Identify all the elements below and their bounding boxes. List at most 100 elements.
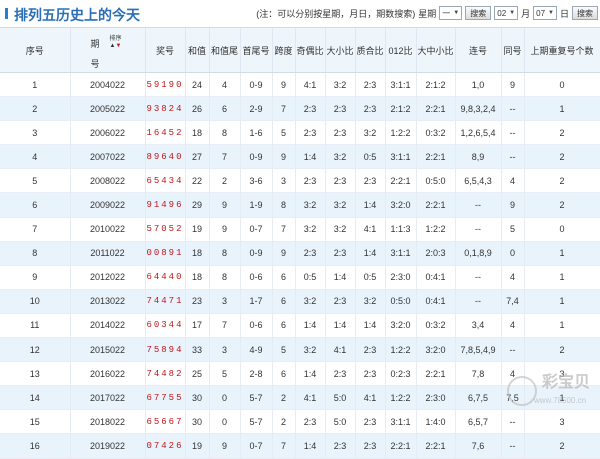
first-tail-cell: 0-9: [240, 145, 272, 169]
sum-cell: 30: [185, 410, 209, 434]
prev-repeat-cell: 2: [524, 169, 600, 193]
same-cell: 0: [501, 241, 524, 265]
prev-repeat-cell: 1: [524, 241, 600, 265]
same-cell: --: [501, 97, 524, 121]
same-cell: --: [501, 434, 524, 458]
date-search-button[interactable]: 搜索: [572, 6, 598, 20]
odd-even-cell: 3:2: [295, 217, 325, 241]
table-row: 12004022591902440-994:13:22:33:1:12:1:21…: [0, 73, 600, 97]
route-012-cell: 3:2:0: [385, 193, 416, 217]
table-row: 122015022758943334-953:24:12:31:2:23:2:0…: [0, 338, 600, 362]
same-cell: --: [501, 338, 524, 362]
odd-even-cell: 2:3: [295, 97, 325, 121]
seq-cell: 4: [0, 145, 70, 169]
weekday-select[interactable]: 一 ▼: [439, 6, 462, 20]
weekday-search-button[interactable]: 搜索: [465, 6, 491, 20]
route-012-cell: 0:5:0: [385, 289, 416, 313]
big-small-cell: 2:3: [325, 289, 355, 313]
header-period[interactable]: 期号 排序 ▲▼: [70, 28, 145, 73]
number-cell: 89640: [145, 145, 185, 169]
same-cell: 7,4: [501, 289, 524, 313]
span-cell: 7: [272, 97, 295, 121]
big-small-cell: 1:4: [325, 265, 355, 289]
seq-cell: 7: [0, 217, 70, 241]
number-cell: 74471: [145, 289, 185, 313]
big-mid-small-cell: 0:3:2: [416, 313, 455, 337]
number-cell: 74482: [145, 362, 185, 386]
header-big-small: 大小比: [325, 28, 355, 73]
sort-toggle[interactable]: 排序 ▲▼: [110, 36, 122, 50]
same-cell: --: [501, 121, 524, 145]
span-cell: 9: [272, 241, 295, 265]
sum-cell: 18: [185, 241, 209, 265]
sum-cell: 26: [185, 97, 209, 121]
repeat-cell: 7,6: [455, 434, 501, 458]
odd-even-cell: 1:4: [295, 145, 325, 169]
prev-repeat-cell: 2: [524, 193, 600, 217]
day-select[interactable]: 07 ▼: [533, 6, 557, 20]
seq-cell: 1: [0, 73, 70, 97]
sum-tail-cell: 8: [209, 265, 240, 289]
seq-cell: 13: [0, 362, 70, 386]
search-controls: (注：可以分别按星期，月日，期数搜索) 星期 一 ▼ 搜索 02 ▼ 月 07 …: [256, 6, 598, 20]
route-012-cell: 3:2:0: [385, 313, 416, 337]
seq-cell: 9: [0, 265, 70, 289]
seq-cell: 15: [0, 410, 70, 434]
span-cell: 6: [272, 289, 295, 313]
route-012-cell: 1:2:2: [385, 338, 416, 362]
first-tail-cell: 1-9: [240, 193, 272, 217]
period-cell: 2013022: [70, 289, 145, 313]
prev-repeat-cell: 2: [524, 145, 600, 169]
seq-cell: 14: [0, 386, 70, 410]
big-mid-small-cell: 1:2:2: [416, 217, 455, 241]
period-cell: 2017022: [70, 386, 145, 410]
odd-even-cell: 2:3: [295, 121, 325, 145]
sum-cell: 25: [185, 362, 209, 386]
prev-repeat-cell: 2: [524, 121, 600, 145]
header-sum: 和值: [185, 28, 209, 73]
table-header-row: 序号 期号 排序 ▲▼ 奖号 和值 和值尾 首尾号 跨度 奇偶比 大小比 质合比…: [0, 28, 600, 73]
big-small-cell: 2:3: [325, 434, 355, 458]
big-mid-small-cell: 1:4:0: [416, 410, 455, 434]
prime-comp-cell: 2:3: [355, 169, 385, 193]
sum-tail-cell: 0: [209, 410, 240, 434]
table-row: 62009022914962991-983:23:21:43:2:02:2:1-…: [0, 193, 600, 217]
seq-cell: 2: [0, 97, 70, 121]
odd-even-cell: 1:4: [295, 313, 325, 337]
header-seq: 序号: [0, 28, 70, 73]
first-tail-cell: 5-7: [240, 410, 272, 434]
prev-repeat-cell: 1: [524, 313, 600, 337]
prev-repeat-cell: 0: [524, 217, 600, 241]
sum-tail-cell: 9: [209, 434, 240, 458]
same-cell: 9: [501, 73, 524, 97]
odd-even-cell: 4:1: [295, 73, 325, 97]
odd-even-cell: 3:2: [295, 338, 325, 362]
big-mid-small-cell: 0:5:0: [416, 169, 455, 193]
sum-cell: 18: [185, 121, 209, 145]
prime-comp-cell: 0:5: [355, 145, 385, 169]
route-012-cell: 1:2:2: [385, 386, 416, 410]
prime-comp-cell: 3:2: [355, 289, 385, 313]
span-cell: 7: [272, 434, 295, 458]
sum-tail-cell: 9: [209, 217, 240, 241]
number-cell: 64440: [145, 265, 185, 289]
first-tail-cell: 4-9: [240, 338, 272, 362]
period-cell: 2007022: [70, 145, 145, 169]
number-cell: 59190: [145, 73, 185, 97]
same-cell: 5: [501, 217, 524, 241]
month-select[interactable]: 02 ▼: [494, 6, 518, 20]
table-row: 102013022744712331-763:22:33:20:5:00:4:1…: [0, 289, 600, 313]
sum-cell: 24: [185, 73, 209, 97]
chevron-down-icon: ▼: [548, 10, 554, 16]
same-cell: 4: [501, 313, 524, 337]
period-cell: 2015022: [70, 338, 145, 362]
big-mid-small-cell: 0:3:2: [416, 121, 455, 145]
route-012-cell: 3:1:1: [385, 241, 416, 265]
prime-comp-cell: 2:3: [355, 73, 385, 97]
seq-cell: 3: [0, 121, 70, 145]
route-012-cell: 2:2:1: [385, 169, 416, 193]
first-tail-cell: 0-6: [240, 265, 272, 289]
span-cell: 5: [272, 121, 295, 145]
header-012: 012比: [385, 28, 416, 73]
big-mid-small-cell: 3:2:0: [416, 338, 455, 362]
